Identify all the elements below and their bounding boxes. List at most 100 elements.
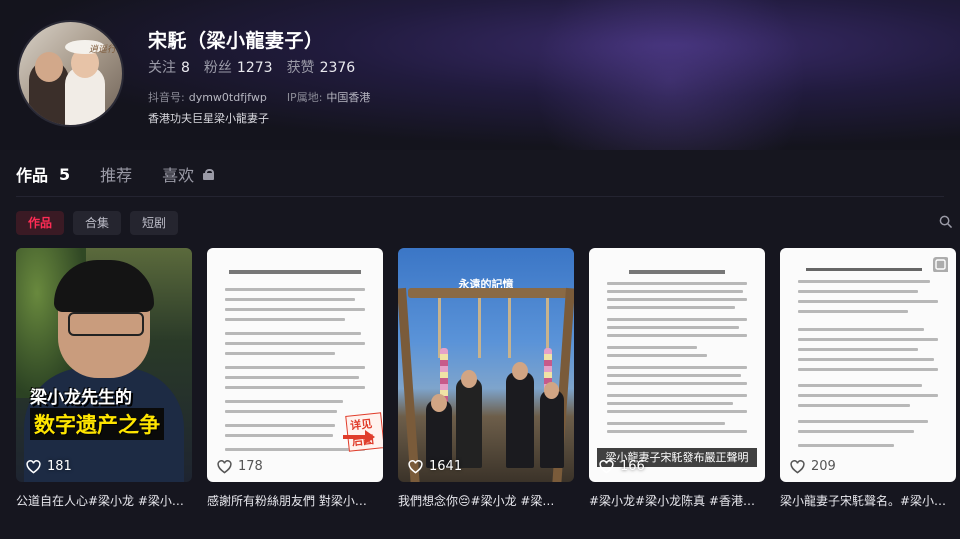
- doc-line: [225, 386, 365, 389]
- heart-icon: [408, 459, 423, 474]
- filter-short-dramas[interactable]: 短剧: [130, 211, 179, 235]
- photo-person: [506, 372, 534, 468]
- doc-line: [798, 384, 922, 387]
- doc-title-line: [229, 270, 361, 274]
- doc-line: [225, 434, 333, 437]
- thumb-overlay-line2: 数字遗产之争: [30, 408, 164, 440]
- heart-icon: [217, 459, 232, 474]
- doc-line: [798, 338, 938, 341]
- lock-icon: [203, 168, 215, 180]
- doc-line: [607, 430, 747, 433]
- doc-line: [798, 290, 918, 293]
- doc-line: [225, 318, 345, 321]
- video-caption[interactable]: 我們想念你😔#梁小龙 #梁…: [398, 492, 574, 509]
- profile-stats: 关注 8 粉丝 1273 获赞 2376: [148, 57, 355, 77]
- like-count: 166: [599, 459, 645, 474]
- profile-name: 宋馲（梁小龍妻子）: [148, 30, 324, 52]
- like-count: 1641: [408, 459, 462, 474]
- heart-icon: [599, 459, 614, 474]
- content-tabs: 作品 5 推荐 喜欢: [16, 162, 215, 186]
- thumb-glasses: [68, 312, 144, 336]
- video-thumbnail[interactable]: 209: [780, 248, 956, 482]
- video-card[interactable]: 梁小龙先生的 数字遗产之争 181 公道自在人心#梁小龙 #梁小…: [16, 248, 192, 509]
- doc-line: [225, 366, 365, 369]
- filter-collections[interactable]: 合集: [73, 211, 122, 235]
- tab-works[interactable]: 作品 5: [16, 162, 70, 186]
- doc-line: [607, 290, 743, 293]
- tab-recommended[interactable]: 推荐: [100, 162, 132, 186]
- doc-line: [607, 382, 747, 385]
- stat-likes: 获赞 2376: [286, 60, 356, 76]
- heart-icon: [26, 459, 41, 474]
- doc-line: [607, 326, 739, 329]
- doc-line: [798, 368, 938, 371]
- thumb-overlay-line1: 梁小龙先生的: [30, 388, 132, 408]
- tab-liked[interactable]: 喜欢: [162, 162, 215, 186]
- doc-line: [607, 402, 733, 405]
- doc-line: [607, 282, 747, 285]
- doc-line: [798, 420, 928, 423]
- doc-line: [607, 334, 747, 337]
- avatar-caption: 逍遥行: [88, 45, 116, 55]
- doc-line: [225, 410, 337, 413]
- douyin-id: 抖音号: dymw0tdfjfwp: [148, 91, 267, 104]
- doc-line: [798, 300, 938, 303]
- doc-line: [225, 424, 335, 427]
- video-thumbnail[interactable]: 梁小龍妻子宋馲發布嚴正聲明 166: [589, 248, 765, 482]
- stat-following[interactable]: 关注 8: [148, 57, 190, 77]
- like-count: 209: [790, 459, 836, 474]
- doc-line: [225, 376, 359, 379]
- copy-icon: [933, 257, 948, 272]
- video-thumbnail[interactable]: 永遠的記憶 1641: [398, 248, 574, 482]
- video-caption[interactable]: #梁小龙#梁小龙陈真 #香港…: [589, 492, 765, 509]
- profile-bio: 香港功夫巨星梁小龍妻子: [148, 112, 269, 125]
- video-card[interactable]: 详见后图 178 感謝所有粉絲朋友們 對梁小…: [207, 248, 383, 509]
- swing-rope: [478, 298, 481, 358]
- video-card[interactable]: 209 梁小龍妻子宋馲聲名。#梁小…: [780, 248, 956, 509]
- video-card[interactable]: 梁小龍妻子宋馲發布嚴正聲明 166 #梁小龙#梁小龙陈真 #香港…: [589, 248, 765, 509]
- doc-line: [225, 342, 365, 345]
- doc-line: [607, 318, 747, 321]
- filter-works[interactable]: 作品: [16, 211, 65, 235]
- doc-line: [798, 358, 934, 361]
- ip-location: IP属地: 中国香港: [286, 91, 371, 104]
- filter-chips: 作品 合集 短剧: [16, 211, 179, 235]
- stat-followers[interactable]: 粉丝 1273: [204, 57, 273, 77]
- doc-line: [607, 410, 747, 413]
- avatar-face-left: [35, 52, 63, 82]
- swing-rope: [508, 298, 511, 358]
- doc-line: [607, 346, 697, 349]
- doc-line: [798, 348, 918, 351]
- video-grid: 梁小龙先生的 数字遗产之争 181 公道自在人心#梁小龙 #梁小… 详见后图 1…: [16, 248, 956, 509]
- doc-line: [798, 394, 938, 397]
- doc-line: [225, 288, 365, 291]
- doc-line: [607, 354, 707, 357]
- heart-icon: [790, 459, 805, 474]
- doc-line: [798, 444, 894, 447]
- doc-line: [225, 400, 343, 403]
- doc-line: [607, 298, 747, 301]
- video-thumbnail[interactable]: 梁小龙先生的 数字遗产之争 181: [16, 248, 192, 482]
- doc-line: [798, 404, 910, 407]
- photo-person-head: [461, 370, 477, 388]
- doc-title-line: [629, 270, 725, 274]
- video-caption[interactable]: 感謝所有粉絲朋友們 對梁小…: [207, 492, 383, 509]
- tabs-divider: [16, 196, 944, 197]
- doc-line: [607, 306, 735, 309]
- video-card[interactable]: 永遠的記憶 1641 我們想念你😔#梁小龙 #梁…: [398, 248, 574, 509]
- avatar[interactable]: 逍遥行: [17, 20, 124, 127]
- doc-line: [798, 328, 924, 331]
- doc-title-line: [806, 268, 922, 271]
- video-thumbnail[interactable]: 详见后图 178: [207, 248, 383, 482]
- photo-person-head: [431, 394, 447, 412]
- doc-line: [798, 430, 914, 433]
- photo-person-head: [544, 382, 559, 399]
- search-icon[interactable]: [939, 215, 952, 228]
- doc-line: [225, 308, 365, 311]
- doc-line: [225, 352, 335, 355]
- swing-post: [398, 287, 420, 482]
- doc-line: [607, 374, 741, 377]
- photo-person: [540, 390, 564, 468]
- video-caption[interactable]: 梁小龍妻子宋馲聲名。#梁小…: [780, 492, 956, 509]
- video-caption[interactable]: 公道自在人心#梁小龙 #梁小…: [16, 492, 192, 509]
